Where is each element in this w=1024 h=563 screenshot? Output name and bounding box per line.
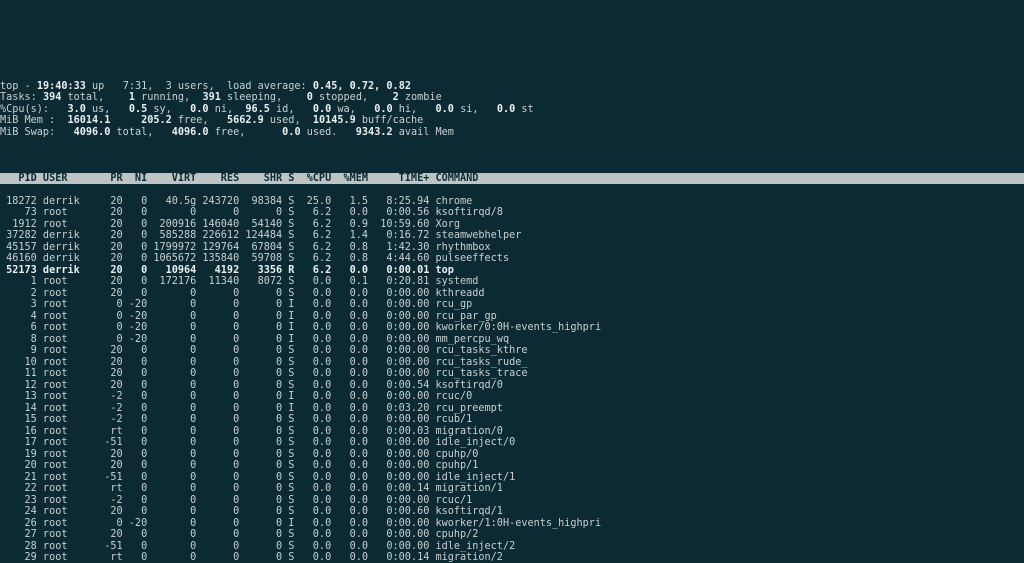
process-row[interactable]: 46160 derrik 20 0 1065672 135840 59708 S…	[0, 253, 1024, 265]
process-header[interactable]: PID USER PR NI VIRT RES SHR S %CPU %MEM …	[0, 173, 1024, 185]
process-row[interactable]: 37282 derrik 20 0 585288 226612 124484 S…	[0, 230, 1024, 242]
process-row[interactable]: 14 root -2 0 0 0 0 I 0.0 0.0 0:03.20 rcu…	[0, 403, 1024, 415]
process-row[interactable]: 16 root rt 0 0 0 0 S 0.0 0.0 0:00.03 mig…	[0, 426, 1024, 438]
process-row[interactable]: 19 root 20 0 0 0 0 S 0.0 0.0 0:00.00 cpu…	[0, 449, 1024, 461]
process-row[interactable]: 52173 derrik 20 0 10964 4192 3356 R 6.2 …	[0, 265, 1024, 277]
process-row[interactable]: 17 root -51 0 0 0 0 S 0.0 0.0 0:00.00 id…	[0, 437, 1024, 449]
summary-cpu: %Cpu(s): 3.0 us, 0.5 sy, 0.0 ni, 96.5 id…	[0, 104, 534, 115]
process-row[interactable]: 6 root 0 -20 0 0 0 I 0.0 0.0 0:00.00 kwo…	[0, 322, 1024, 334]
process-row[interactable]: 27 root 20 0 0 0 0 S 0.0 0.0 0:00.00 cpu…	[0, 529, 1024, 541]
process-row[interactable]: 8 root 0 -20 0 0 0 I 0.0 0.0 0:00.00 mm_…	[0, 334, 1024, 346]
process-row[interactable]: 1912 root 20 0 200916 146040 54140 S 6.2…	[0, 219, 1024, 231]
process-row[interactable]: 29 root rt 0 0 0 0 S 0.0 0.0 0:00.14 mig…	[0, 552, 1024, 563]
process-row[interactable]: 28 root -51 0 0 0 0 S 0.0 0.0 0:00.00 id…	[0, 541, 1024, 553]
process-row[interactable]: 15 root -2 0 0 0 0 S 0.0 0.0 0:00.00 rcu…	[0, 414, 1024, 426]
blank-line	[0, 150, 1024, 162]
process-row[interactable]: 21 root -51 0 0 0 0 S 0.0 0.0 0:00.00 id…	[0, 472, 1024, 484]
process-row[interactable]: 12 root 20 0 0 0 0 S 0.0 0.0 0:00.54 kso…	[0, 380, 1024, 392]
process-row[interactable]: 2 root 20 0 0 0 0 S 0.0 0.0 0:00.00 kthr…	[0, 288, 1024, 300]
process-row[interactable]: 73 root 20 0 0 0 0 S 6.2 0.0 0:00.56 kso…	[0, 207, 1024, 219]
process-row[interactable]: 18272 derrik 20 0 40.5g 243720 98384 S 2…	[0, 196, 1024, 208]
process-row[interactable]: 23 root -2 0 0 0 0 S 0.0 0.0 0:00.00 rcu…	[0, 495, 1024, 507]
process-row[interactable]: 9 root 20 0 0 0 0 S 0.0 0.0 0:00.00 rcu_…	[0, 345, 1024, 357]
summary-swap: MiB Swap: 4096.0 total, 4096.0 free, 0.0…	[0, 127, 454, 138]
process-row[interactable]: 45157 derrik 20 0 1799972 129764 67804 S…	[0, 242, 1024, 254]
process-row[interactable]: 3 root 0 -20 0 0 0 I 0.0 0.0 0:00.00 rcu…	[0, 299, 1024, 311]
process-row[interactable]: 1 root 20 0 172176 11340 8072 S 0.0 0.1 …	[0, 276, 1024, 288]
process-row[interactable]: 4 root 0 -20 0 0 0 I 0.0 0.0 0:00.00 rcu…	[0, 311, 1024, 323]
process-row[interactable]: 24 root 20 0 0 0 0 S 0.0 0.0 0:00.60 kso…	[0, 506, 1024, 518]
process-row[interactable]: 20 root 20 0 0 0 0 S 0.0 0.0 0:00.00 cpu…	[0, 460, 1024, 472]
process-list[interactable]: 18272 derrik 20 0 40.5g 243720 98384 S 2…	[0, 196, 1024, 563]
summary-mem: MiB Mem : 16014.1 205.2 free, 5662.9 use…	[0, 115, 423, 126]
top-summary: top - 19:40:33 up 7:31, 3 users, load av…	[0, 69, 1024, 138]
summary-line1: top - 19:40:33 up 7:31, 3 users, load av…	[0, 81, 411, 92]
process-row[interactable]: 22 root rt 0 0 0 0 S 0.0 0.0 0:00.14 mig…	[0, 483, 1024, 495]
process-row[interactable]: 11 root 20 0 0 0 0 S 0.0 0.0 0:00.00 rcu…	[0, 368, 1024, 380]
summary-tasks: Tasks: 394 total, 1 running, 391 sleepin…	[0, 92, 442, 103]
process-row[interactable]: 26 root 0 -20 0 0 0 I 0.0 0.0 0:00.00 kw…	[0, 518, 1024, 530]
process-row[interactable]: 10 root 20 0 0 0 0 S 0.0 0.0 0:00.00 rcu…	[0, 357, 1024, 369]
process-row[interactable]: 13 root -2 0 0 0 0 I 0.0 0.0 0:00.00 rcu…	[0, 391, 1024, 403]
